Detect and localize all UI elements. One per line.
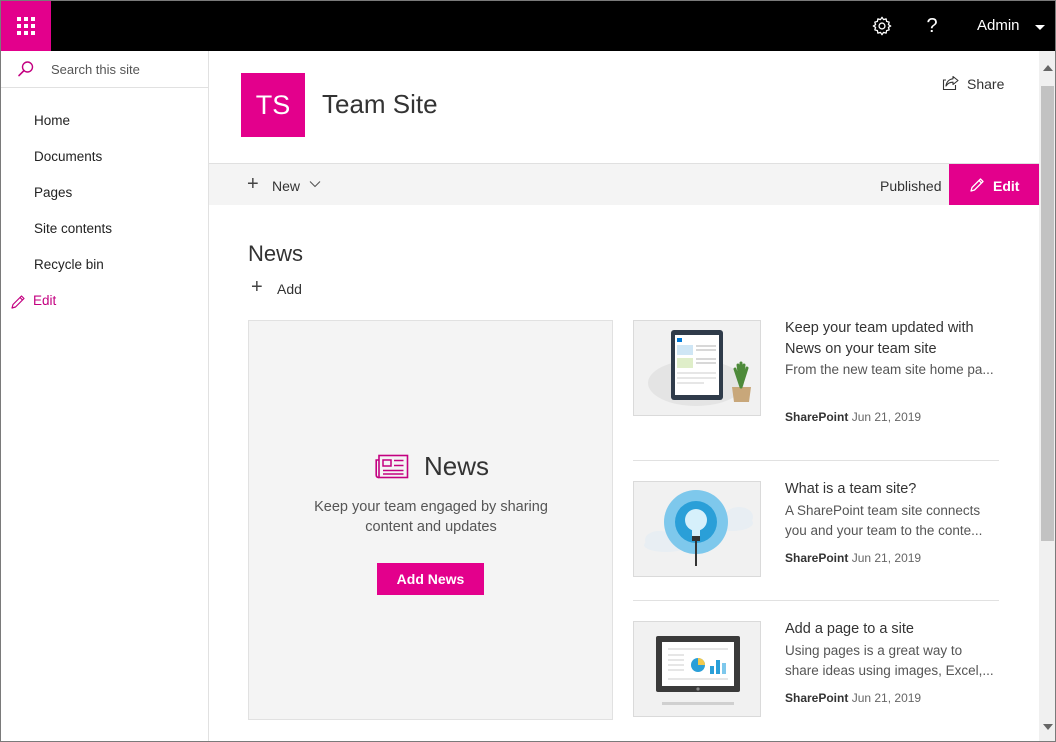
settings-gear-icon[interactable] [871, 15, 893, 37]
site-title[interactable]: Team Site [322, 89, 438, 120]
help-icon[interactable]: ? [921, 13, 943, 39]
news-item-source: SharePoint [785, 691, 849, 705]
newspaper-icon [375, 454, 409, 479]
new-label: New [272, 178, 301, 194]
news-item-description: Using pages is a great way to share idea… [785, 643, 994, 678]
news-item[interactable]: Keep your team updated with News on your… [633, 320, 999, 450]
add-news-button[interactable]: Add News [377, 563, 484, 595]
chevron-down-icon [309, 181, 321, 188]
news-item-date: Jun 21, 2019 [851, 410, 922, 424]
nav-edit-label: Edit [33, 293, 57, 308]
tablet-illustration-icon [648, 330, 751, 406]
pencil-icon [11, 295, 25, 309]
edit-label: Edit [993, 178, 1020, 194]
edit-page-button[interactable]: Edit [949, 164, 1039, 205]
pencil-icon [970, 178, 984, 192]
news-thumbnail-tablet[interactable] [633, 320, 761, 416]
monitor-illustration-icon [656, 636, 740, 705]
search-input[interactable]: Search this site [51, 62, 140, 77]
command-bar: + New Published Edit [209, 163, 1039, 205]
vertical-scrollbar[interactable] [1039, 51, 1055, 741]
site-logo[interactable]: TS [241, 73, 305, 137]
search-icon [18, 61, 34, 77]
share-label: Share [967, 76, 1005, 92]
site-search-box[interactable]: Search this site [1, 51, 208, 88]
user-menu-caret-icon[interactable] [1035, 25, 1045, 30]
share-icon [942, 75, 959, 91]
news-item-source: SharePoint [785, 410, 849, 424]
news-item-title[interactable]: Keep your team updated with News on your… [785, 318, 999, 360]
scroll-up-arrow-icon[interactable] [1043, 65, 1053, 71]
news-item-meta: SharePoint Jun 21, 2019 [785, 551, 921, 565]
plus-icon: + [247, 173, 259, 195]
news-item[interactable]: What is a team site? A SharePoint team s… [633, 481, 999, 611]
news-item-description: From the new team site home pa... [785, 362, 994, 377]
page-status: Published [880, 178, 942, 194]
news-item-description: A SharePoint team site connects you and … [785, 503, 983, 538]
news-item-title[interactable]: What is a team site? [785, 479, 999, 500]
suite-bar: ? Admin [1, 1, 1055, 51]
news-thumbnail-lightbulb[interactable] [633, 481, 761, 577]
app-launcher-icon[interactable] [1, 1, 51, 51]
user-menu-name[interactable]: Admin [977, 17, 1020, 34]
news-card-title: News [424, 451, 490, 481]
news-item-meta: SharePoint Jun 21, 2019 [785, 691, 921, 705]
news-placeholder-card: News Keep your team engaged by sharing c… [248, 320, 613, 720]
news-heading: News [248, 241, 304, 266]
add-label: Add [277, 281, 302, 297]
news-thumbnail-monitor[interactable] [633, 621, 761, 717]
news-item-title[interactable]: Add a page to a site [785, 619, 999, 640]
scroll-down-arrow-icon[interactable] [1043, 724, 1053, 730]
nav-item-recycle-bin[interactable]: Recycle bin [1, 254, 208, 290]
news-divider [633, 460, 999, 461]
news-item[interactable]: Add a page to a site Using pages is a gr… [633, 619, 999, 741]
site-nav-list: Home Documents Pages Site contents Recyc… [1, 110, 208, 290]
nav-item-site-contents[interactable]: Site contents [1, 218, 208, 254]
news-divider [633, 600, 999, 601]
news-item-date: Jun 21, 2019 [851, 551, 922, 565]
news-item-date: Jun 21, 2019 [851, 691, 922, 705]
browser-frame: ? Admin Search this site Home Documents … [0, 0, 1056, 742]
left-navigation: Search this site Home Documents Pages Si… [1, 51, 209, 741]
news-card-description: Keep your team engaged by sharing conten… [314, 499, 548, 535]
news-item-source: SharePoint [785, 551, 849, 565]
nav-item-documents[interactable]: Documents [1, 146, 208, 182]
news-item-meta: SharePoint Jun 21, 2019 [785, 410, 921, 424]
scrollbar-thumb[interactable] [1041, 86, 1054, 541]
nav-item-pages[interactable]: Pages [1, 182, 208, 218]
plus-icon: + [251, 276, 263, 298]
nav-item-home[interactable]: Home [1, 110, 208, 146]
lightbulb-illustration-icon [644, 490, 753, 566]
